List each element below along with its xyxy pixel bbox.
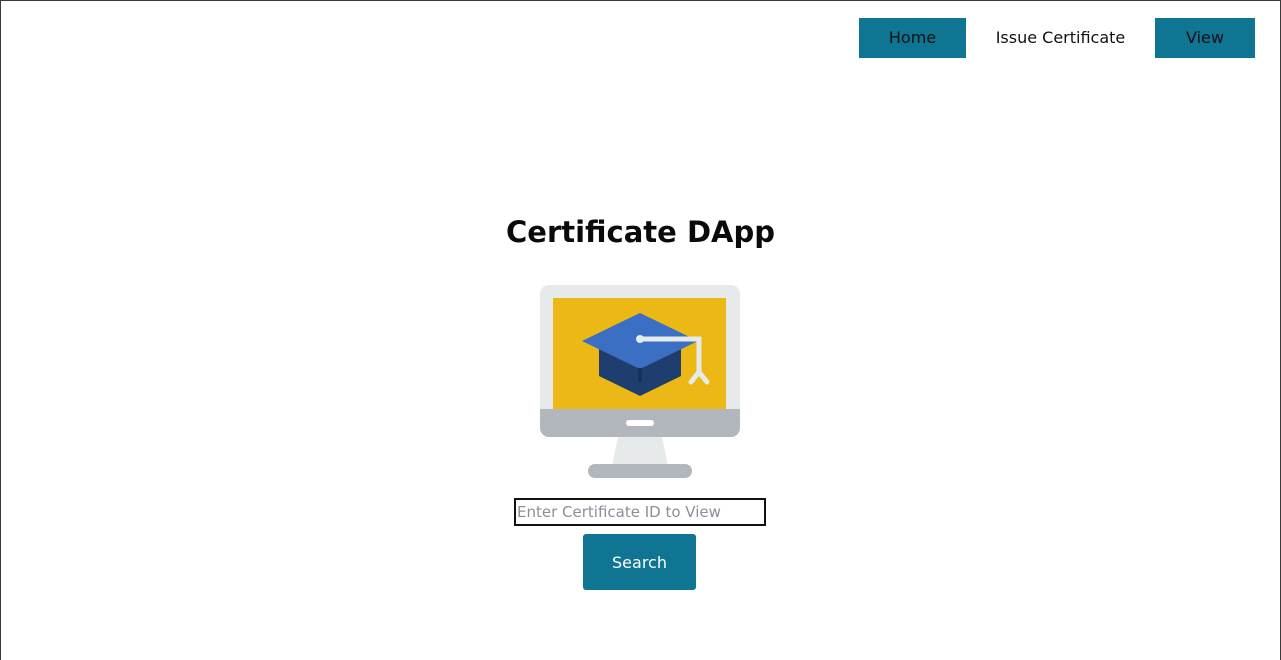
- graduation-cap-monitor-icon: [538, 284, 742, 480]
- app-window: Home Issue Certificate View Certificate …: [0, 0, 1281, 660]
- nav-issue-certificate-button[interactable]: Issue Certificate: [966, 18, 1155, 58]
- page-title: Certificate DApp: [506, 215, 775, 249]
- nav-home-button[interactable]: Home: [859, 17, 966, 58]
- top-navbar: Home Issue Certificate View: [859, 17, 1255, 58]
- nav-view-button[interactable]: View: [1155, 17, 1255, 58]
- search-button[interactable]: Search: [583, 534, 696, 590]
- certificate-id-search-input[interactable]: [514, 498, 766, 526]
